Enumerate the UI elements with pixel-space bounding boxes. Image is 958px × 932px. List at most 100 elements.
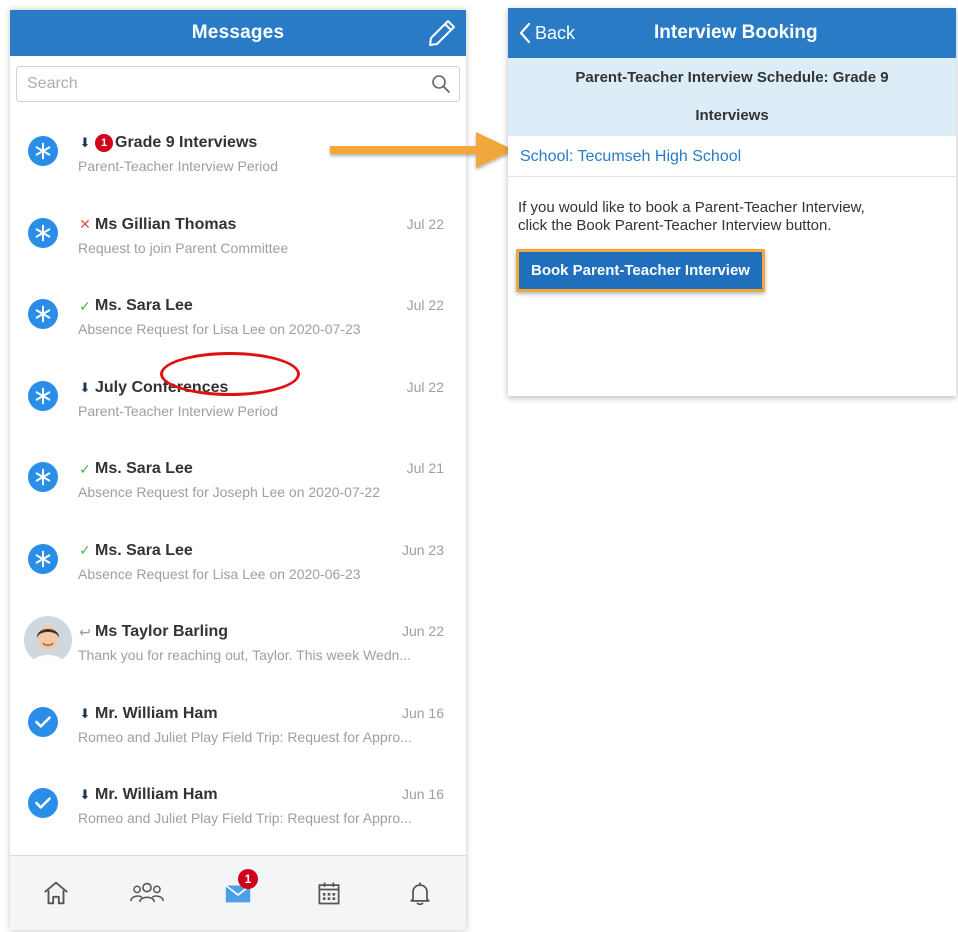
arrow-down-icon: ⬇ (79, 787, 91, 802)
instructions-line1: If you would like to book a Parent-Teach… (518, 199, 865, 216)
schedule-heading: Parent-Teacher Interview Schedule: Grade… (508, 58, 956, 136)
schedule-heading-line1: Parent-Teacher Interview Schedule: Grade… (575, 69, 889, 86)
message-sender: Ms. Sara Lee (95, 460, 193, 477)
message-sender: July Conferences (95, 378, 229, 396)
message-row[interactable]: ⬇ Mr. William Ham Jun 16 Romeo and Juliet P… (10, 681, 466, 763)
search-bar (10, 56, 466, 110)
search-box (16, 66, 460, 102)
back-label: Back (535, 22, 576, 43)
compose-button[interactable] (426, 17, 458, 49)
message-date: Jun 23 (401, 541, 444, 558)
message-row[interactable]: ✓ Ms. Sara Lee Jun 23 Absence Request for L… (10, 518, 466, 600)
message-list: ⬇ 1 Grade 9 Interviews Parent-Teacher Inter… (10, 110, 466, 844)
reply-icon: ↩ (79, 623, 91, 640)
interview-booking-screen: Back Interview Booking Parent-Teacher In… (508, 8, 956, 396)
asterisk-glyph-icon (35, 142, 51, 160)
message-preview: Request to join Parent Committee (78, 239, 289, 256)
message-row[interactable]: ✓ Ms. Sara Lee Jul 21 Absence Request for J… (10, 436, 466, 518)
asterisk-icon (28, 543, 58, 574)
tab-home[interactable] (36, 873, 76, 913)
instructions-line2: click the Book Parent-Teacher Interview … (518, 217, 832, 234)
asterisk-glyph-icon (35, 550, 51, 567)
messages-header: Messages (10, 10, 466, 56)
message-title-line: ✓ Ms. Sara Lee (78, 458, 446, 480)
check-circle-icon (28, 788, 58, 818)
message-title-line: ⬇ July Conferences (78, 377, 446, 399)
message-preview: Thank you for reaching out, Taylor. This… (78, 647, 412, 663)
booking-instructions: If you would like to book a Parent-Teach… (508, 177, 956, 292)
back-button[interactable]: Back (518, 22, 575, 44)
arrow-down-icon: ⬇ (79, 135, 91, 150)
book-button-highlight: Book Parent-Teacher Interview (516, 249, 765, 292)
message-sender: Ms Taylor Barling (95, 623, 229, 640)
message-preview: Parent-Teacher Interview Period (78, 402, 278, 419)
tab-groups[interactable] (127, 873, 167, 913)
checkmark-icon (35, 797, 51, 809)
asterisk-icon (28, 136, 58, 166)
pencil-icon (429, 20, 455, 46)
message-row[interactable]: ⬇ Mr. William Ham Jun 16 Romeo and Juliet P… (10, 762, 466, 844)
messages-tab-badge: 1 (237, 869, 258, 889)
avatar (24, 616, 72, 664)
check-icon: ✓ (79, 297, 91, 314)
message-title-line: ✓ Ms. Sara Lee (78, 295, 446, 317)
check-icon: ✓ (79, 542, 91, 558)
message-row[interactable]: ↩ Ms Taylor Barling Jun 22 Thank you for re… (10, 599, 466, 681)
tab-calendar[interactable] (309, 873, 349, 913)
message-title-line: ⬇ 1 Grade 9 Interviews (78, 132, 446, 154)
message-preview: Absence Request for Joseph Lee on 2020-0… (78, 484, 380, 500)
message-date: Jun 16 (401, 786, 444, 802)
message-date: Jul 21 (406, 460, 444, 476)
check-icon: ✓ (79, 460, 91, 477)
message-preview: Romeo and Juliet Play Field Trip: Reques… (78, 810, 412, 826)
message-title-line: ↩ Ms Taylor Barling (78, 621, 446, 643)
message-title-line: ⬇ Mr. William Ham (78, 784, 446, 806)
message-date: Jun 22 (401, 623, 444, 639)
message-date: Jul 22 (406, 215, 444, 232)
people-icon (129, 882, 164, 903)
schedule-heading-line2: Interviews (695, 107, 769, 124)
message-row[interactable]: ✓ Ms. Sara Lee Jul 22 Absence Request for L… (10, 273, 466, 355)
message-sender: Ms. Sara Lee (95, 297, 193, 314)
asterisk-glyph-icon (35, 468, 51, 486)
message-sender: Grade 9 Interviews (115, 134, 258, 151)
search-input[interactable] (25, 74, 431, 94)
home-icon (43, 881, 68, 905)
message-preview: Absence Request for Lisa Lee on 2020-06-… (78, 565, 361, 582)
chevron-left-icon (519, 22, 531, 44)
message-row[interactable]: ✕ Ms Gillian Thomas Jul 22 Request to join … (10, 192, 466, 274)
message-sender: Mr. William Ham (95, 704, 218, 722)
check-circle-icon (28, 706, 58, 737)
asterisk-icon (28, 380, 58, 411)
message-sender: Ms Gillian Thomas (95, 215, 237, 233)
message-date: Jul 22 (406, 297, 444, 313)
bell-icon (410, 882, 430, 906)
asterisk-glyph-icon (35, 224, 51, 241)
asterisk-icon (28, 299, 58, 329)
asterisk-icon (28, 217, 58, 248)
unread-badge: 1 (95, 134, 113, 152)
x-mark-icon: ✕ (79, 216, 91, 232)
school-link[interactable]: School: Tecumseh High School (508, 136, 956, 177)
book-interview-button[interactable]: Book Parent-Teacher Interview (519, 252, 762, 289)
asterisk-glyph-icon (35, 305, 51, 323)
messages-title: Messages (191, 22, 285, 43)
booking-title: Interview Booking (654, 22, 818, 43)
message-sender: Ms. Sara Lee (95, 541, 193, 559)
message-row[interactable]: ⬇ July Conferences Jul 22 Parent-Teacher In… (10, 355, 466, 437)
booking-header: Back Interview Booking (508, 8, 956, 58)
tab-notifications[interactable] (400, 873, 440, 913)
message-row[interactable]: ⬇ 1 Grade 9 Interviews Parent-Teacher Inter… (10, 110, 466, 192)
arrow-down-icon: ⬇ (79, 705, 91, 721)
search-icon[interactable] (431, 74, 451, 94)
calendar-icon (318, 882, 340, 905)
message-date: Jun 16 (401, 704, 444, 721)
message-preview: Absence Request for Lisa Lee on 2020-07-… (78, 321, 361, 337)
messages-screen: Messages ⬇1Grade 9 InterviewsParent-Teac… (10, 10, 466, 930)
message-preview: Romeo and Juliet Play Field Trip: Reques… (78, 728, 412, 745)
message-title-line: ✕ Ms Gillian Thomas (78, 214, 446, 236)
message-title-line: ⬇ Mr. William Ham (78, 703, 446, 725)
arrow-down-icon: ⬇ (79, 379, 91, 395)
tab-messages[interactable]: 1 (218, 869, 258, 913)
person-photo-icon (24, 616, 72, 664)
